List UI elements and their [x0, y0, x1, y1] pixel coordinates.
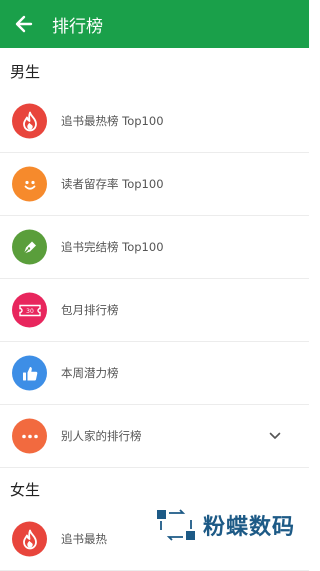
section-header-female: 女生	[10, 481, 41, 499]
list-item-label: 包月排行榜	[61, 303, 119, 317]
thumbs-up-icon	[12, 355, 47, 391]
list-item-monthly[interactable]: 30 包月排行榜	[0, 279, 309, 342]
list-item-label: 追书完结榜 Top100	[61, 240, 164, 254]
list-item-hot[interactable]: 追书最热榜 Top100	[0, 90, 309, 153]
watermark-text: 粉蝶数码	[202, 515, 295, 540]
app-bar: 排行榜	[0, 0, 309, 48]
list-item-completed[interactable]: 追书完结榜 Top100	[0, 216, 309, 279]
more-dots-icon	[12, 418, 47, 454]
back-button[interactable]	[0, 0, 48, 48]
ticket-icon: 30	[12, 292, 47, 328]
page-title: 排行榜	[52, 16, 103, 37]
flame-icon	[12, 103, 47, 139]
section-header-male: 男生	[10, 63, 41, 81]
list-item-label: 追书最热	[61, 532, 107, 546]
watermark-logo-icon	[156, 509, 195, 541]
chevron-down-icon[interactable]	[269, 430, 281, 442]
list-item-label: 读者留存率 Top100	[61, 177, 164, 191]
list-item-retention[interactable]: 读者留存率 Top100	[0, 153, 309, 216]
pen-nib-icon	[12, 229, 47, 265]
watermark: 粉蝶数码	[155, 508, 295, 542]
list-item-label: 追书最热榜 Top100	[61, 114, 164, 128]
smiley-icon	[12, 166, 47, 202]
list-item-label: 别人家的排行榜	[61, 429, 142, 443]
list-item-label: 本周潜力榜	[61, 366, 119, 380]
arrow-left-icon	[15, 15, 33, 33]
flame-icon	[12, 521, 47, 557]
svg-text:30: 30	[26, 308, 34, 315]
list-item-others[interactable]: 别人家的排行榜	[0, 405, 309, 468]
list-item-potential[interactable]: 本周潜力榜	[0, 342, 309, 405]
